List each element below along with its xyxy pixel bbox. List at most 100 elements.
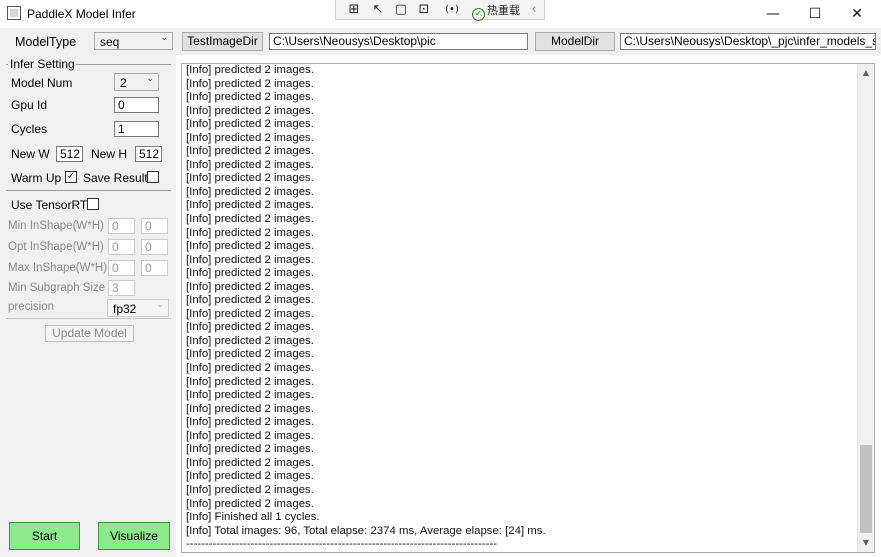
new-h-field[interactable]: 512 — [135, 146, 162, 162]
collapse-toolbar-icon[interactable]: ‹ — [526, 2, 542, 17]
binding-icon[interactable]: (•) — [444, 2, 460, 17]
model-dir-button[interactable]: ModelDir — [535, 32, 615, 51]
section-divider — [6, 190, 171, 191]
frame-icon[interactable]: ▢ — [393, 2, 409, 17]
max-inshape-w-field[interactable]: 0 — [108, 260, 135, 276]
log-scrollbar[interactable]: ▲ ▼ — [857, 64, 874, 552]
log-line: [Info] predicted 2 images. — [186, 416, 314, 429]
log-line: [Info] predicted 2 images. — [186, 226, 314, 239]
log-line: [Info] predicted 2 images. — [186, 294, 314, 307]
select-element-icon[interactable]: ⊞ — [346, 2, 362, 17]
track-focus-icon[interactable]: ⊡ — [416, 2, 432, 17]
log-line: [Info] predicted 2 images. — [186, 145, 314, 158]
warm-up-label: Warm Up — [11, 171, 62, 185]
minimize-button[interactable]: — — [759, 5, 787, 23]
log-line: [Info] predicted 2 images. — [186, 470, 314, 483]
log-line: [Info] predicted 2 images. — [186, 334, 314, 347]
visualize-button[interactable]: Visualize — [98, 522, 170, 550]
min-inshape-label: Min InShape(W*H) — [8, 220, 104, 232]
model-num-combo[interactable]: 2 ⌄ — [114, 73, 159, 91]
use-tensorrt-checkbox[interactable] — [87, 198, 99, 210]
precision-value: fp32 — [113, 302, 137, 316]
scroll-up-icon[interactable]: ▲ — [858, 66, 874, 80]
infer-setting-group-label: Infer Setting — [10, 57, 75, 71]
opt-inshape-label: Opt InShape(W*H) — [8, 241, 104, 253]
log-line: [Info] predicted 2 images. — [186, 91, 314, 104]
new-w-field[interactable]: 512 — [56, 146, 83, 162]
log-line: [Info] predicted 2 images. — [186, 375, 314, 388]
scrollbar-thumb[interactable] — [860, 445, 872, 533]
opt-inshape-w-field[interactable]: 0 — [108, 239, 135, 255]
save-result-label: Save Result — [83, 171, 148, 185]
max-inshape-label: Max InShape(W*H) — [8, 262, 108, 274]
save-result-checkbox[interactable] — [147, 171, 159, 183]
check-circle-icon: ✓ — [472, 8, 485, 21]
model-type-value: seq — [100, 35, 120, 49]
log-line: [Info] predicted 2 images. — [186, 253, 314, 266]
log-line: [Info] predicted 2 images. — [186, 307, 314, 320]
precision-label: precision — [8, 301, 55, 313]
log-line: [Info] predicted 2 images. — [186, 362, 314, 375]
max-inshape-h-field[interactable]: 0 — [141, 260, 168, 276]
chevron-down-icon: ⌄ — [160, 33, 168, 43]
log-line: [Info] predicted 2 images. — [186, 131, 314, 144]
log-line: [Info] predicted 2 images. — [186, 348, 314, 361]
min-subgraph-label: Min Subgraph Size — [8, 282, 106, 294]
test-image-dir-button[interactable]: TestImageDir — [182, 32, 263, 51]
cycles-label: Cycles — [11, 122, 48, 136]
opt-inshape-h-field[interactable]: 0 — [141, 239, 168, 255]
log-line: ----------------------------------------… — [186, 538, 498, 551]
min-inshape-w-field[interactable]: 0 — [108, 218, 135, 234]
log-line: [Info] predicted 2 images. — [186, 104, 314, 117]
log-line: [Info] predicted 2 images. — [186, 158, 314, 171]
scroll-down-icon[interactable]: ▼ — [858, 536, 874, 550]
log-line: [Info] Finished all 1 cycles. — [186, 511, 320, 524]
start-button[interactable]: Start — [9, 522, 80, 550]
chevron-down-icon: ⌄ — [156, 300, 164, 310]
pointer-icon[interactable]: ↖ — [370, 2, 386, 17]
log-line: [Info] predicted 2 images. — [186, 443, 314, 456]
model-num-label: Model Num — [11, 76, 73, 90]
cycles-field[interactable]: 1 — [114, 121, 159, 137]
log-line: [Info] predicted 2 images. — [186, 213, 314, 226]
close-button[interactable]: ✕ — [843, 5, 871, 23]
min-subgraph-field[interactable]: 3 — [108, 280, 135, 296]
log-line: [Info] predicted 2 images. — [186, 267, 314, 280]
min-inshape-h-field[interactable]: 0 — [141, 218, 168, 234]
new-h-label: New H — [91, 147, 128, 161]
model-num-value: 2 — [120, 76, 127, 90]
log-line: [Info] predicted 2 images. — [186, 456, 314, 469]
test-image-dir-field[interactable]: C:\Users\Neousys\Desktop\pic — [269, 33, 528, 50]
log-line: [Info] predicted 2 images. — [186, 172, 314, 185]
log-line: [Info] predicted 2 images. — [186, 240, 314, 253]
model-dir-field[interactable]: C:\Users\Neousys\Desktop\_pjc\infer_mode… — [620, 33, 876, 50]
log-line: [Info] predicted 2 images. — [186, 389, 314, 402]
maximize-button[interactable]: ☐ — [801, 5, 829, 23]
app-icon — [7, 6, 21, 20]
window-title: PaddleX Model Infer — [27, 7, 136, 21]
new-w-label: New W — [11, 147, 50, 161]
log-line: [Info] predicted 2 images. — [186, 64, 314, 76]
log-line: [Info] predicted 2 images. — [186, 483, 314, 496]
log-line: [Info] predicted 2 images. — [186, 321, 314, 334]
model-type-combo[interactable]: seq ⌄ — [94, 32, 173, 50]
gpu-id-label: Gpu Id — [11, 98, 48, 112]
log-line: [Info] predicted 2 images. — [186, 185, 314, 198]
log-line: [Info] predicted 2 images. — [186, 199, 314, 212]
xaml-debug-toolbar: ⊞ ↖ ▢ ⊡ (•) ✓ 热重载 ‹ — [335, 0, 545, 21]
gpu-id-field[interactable]: 0 — [114, 97, 159, 113]
update-model-button[interactable]: Update Model — [45, 325, 134, 342]
hot-reload-toggle[interactable]: ✓ 热重载 — [472, 2, 520, 21]
log-lines: [Info] predicted 2 images. [Info] predict… — [186, 64, 546, 552]
log-output[interactable]: [Info] predicted 2 images. [Info] predict… — [181, 63, 875, 553]
precision-combo[interactable]: fp32 ⌄ — [107, 299, 169, 317]
log-line: [Info] predicted 2 images. — [186, 429, 314, 442]
section-divider — [6, 318, 171, 319]
warm-up-checkbox[interactable]: ✓ — [65, 171, 77, 183]
log-line: [Info] predicted 2 images. — [186, 77, 314, 90]
log-line: [Info] predicted 2 images. — [186, 497, 314, 510]
chevron-down-icon: ⌄ — [146, 74, 154, 84]
log-line: [Info] Total images: 96, Total elapse: 2… — [186, 524, 546, 537]
hot-reload-label: 热重载 — [487, 4, 520, 17]
use-tensorrt-label: Use TensorRT — [11, 198, 88, 212]
